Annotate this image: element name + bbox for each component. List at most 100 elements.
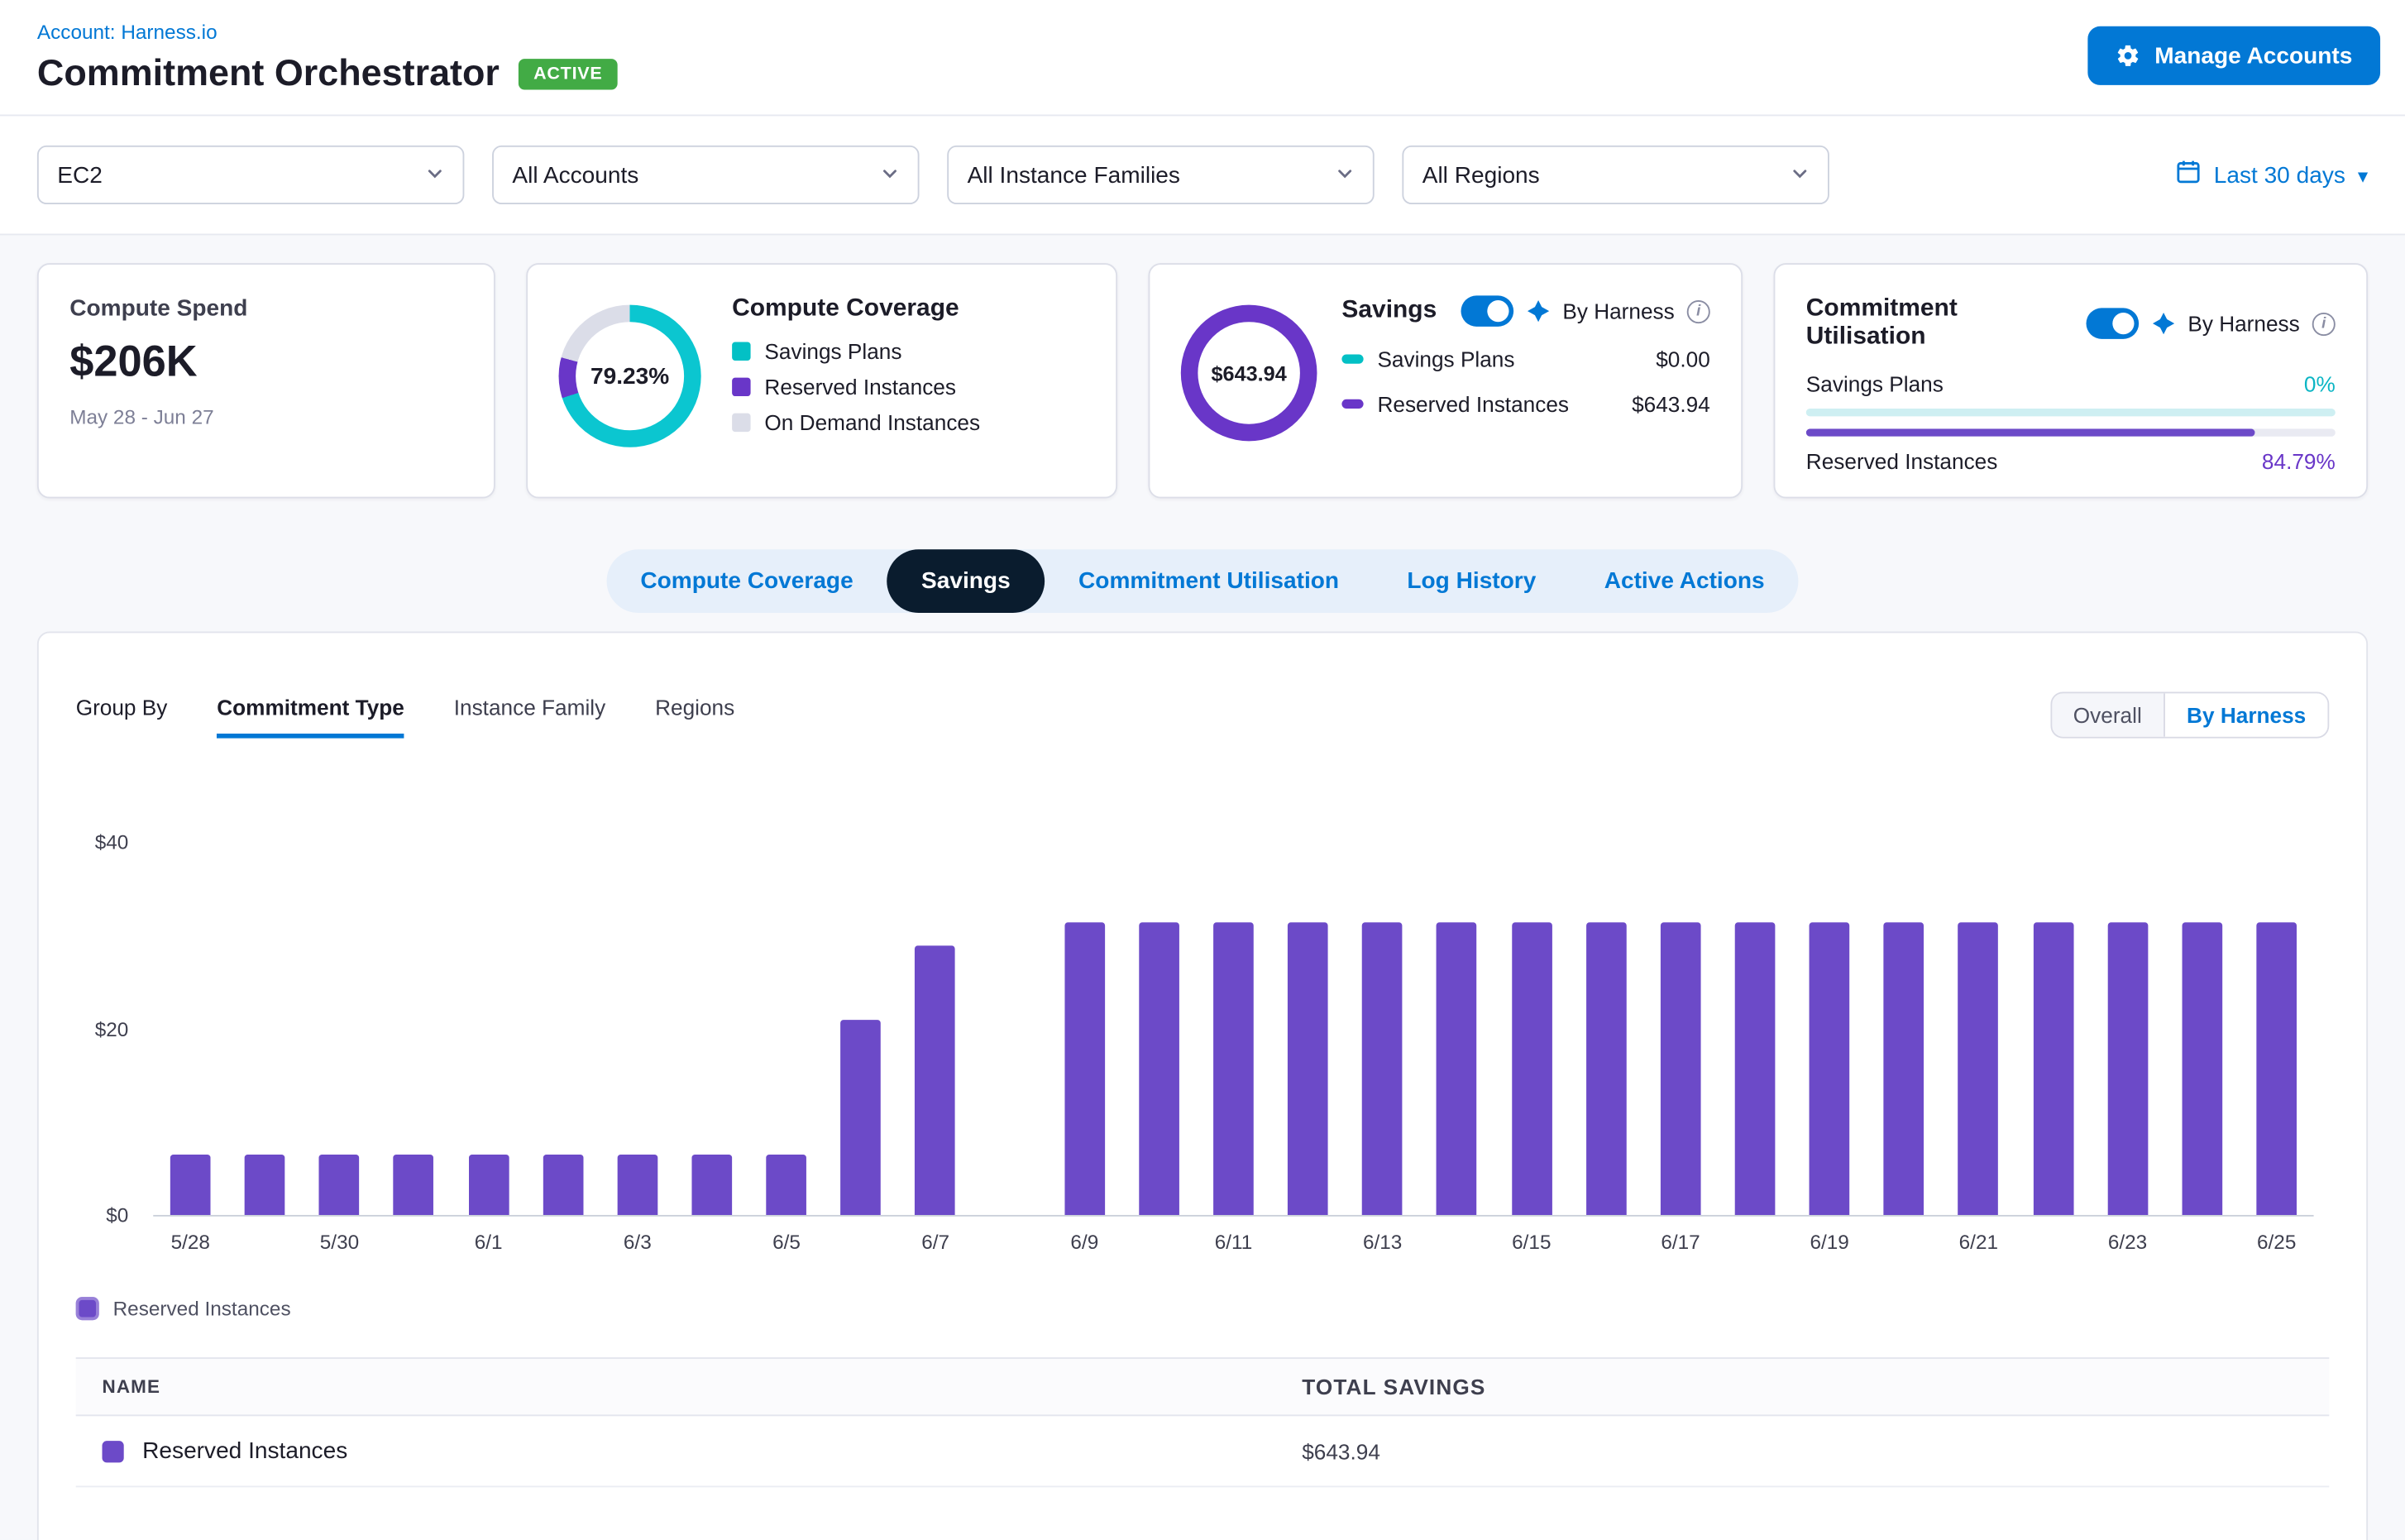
utilisation-row-label: Reserved Instances (1806, 449, 1998, 474)
chart-bar[interactable] (1884, 922, 1924, 1216)
group-tab-instance-family[interactable]: Instance Family (454, 692, 605, 734)
table-header-row: NAME TOTAL SAVINGS (76, 1358, 2330, 1417)
regions-select[interactable]: All Regions (1402, 146, 1829, 205)
toggle-knob (1487, 301, 1509, 323)
x-tick-label: 6/1 (452, 1231, 526, 1254)
chart-bar[interactable] (1362, 922, 1403, 1216)
reserved-instances-swatch (1341, 400, 1363, 409)
legend-item: Savings Plans (732, 340, 1085, 365)
chart-bar[interactable] (394, 1154, 434, 1215)
chart-bar[interactable] (916, 945, 956, 1216)
chart-bar[interactable] (468, 1154, 509, 1215)
utilisation-row-value: 84.79% (2262, 449, 2336, 474)
status-badge: ACTIVE (518, 59, 618, 89)
compute-spend-card: Compute Spend $206K May 28 - Jun 27 (37, 264, 495, 499)
x-tick-label (526, 1231, 600, 1254)
x-tick-label: 6/5 (749, 1231, 824, 1254)
progress-fill (1806, 429, 2255, 437)
chart-bar-slot (2165, 843, 2240, 1216)
tab-log-history[interactable]: Log History (1373, 550, 1570, 614)
chart-bar[interactable] (1511, 922, 1552, 1216)
x-tick-label (1569, 1231, 1643, 1254)
utilisation-row-value: 0% (2304, 372, 2336, 397)
chart-bar-slot (302, 843, 376, 1216)
group-tab-commitment-type[interactable]: Commitment Type (217, 692, 404, 739)
view-toggle-by-harness[interactable]: By Harness (2164, 694, 2327, 737)
savings-plans-swatch (732, 342, 750, 361)
chart-bar[interactable] (2033, 922, 2073, 1216)
chart-bar[interactable] (319, 1154, 360, 1215)
chart-bar[interactable] (1288, 922, 1328, 1216)
accounts-select[interactable]: All Accounts (492, 146, 919, 205)
chart-bar[interactable] (2256, 922, 2297, 1216)
chart-bar-slot (1494, 843, 1569, 1216)
utilisation-by-harness-toggle[interactable] (2086, 308, 2139, 339)
x-tick-label (973, 1231, 1047, 1254)
date-range-picker[interactable]: Last 30 days ▾ (2177, 160, 2368, 190)
savings-by-harness-toggle[interactable] (1461, 296, 1513, 327)
chart-bar[interactable] (1735, 922, 1776, 1216)
info-icon[interactable]: i (1687, 300, 1710, 323)
x-tick-label: 6/11 (1196, 1231, 1270, 1254)
tab-active-actions[interactable]: Active Actions (1571, 550, 1799, 614)
x-tick-label: 6/9 (1047, 1231, 1121, 1254)
chart-bar[interactable] (2107, 922, 2148, 1216)
chart-bar-slot (898, 843, 973, 1216)
chart-bar[interactable] (1064, 922, 1105, 1216)
chart-bar[interactable] (1213, 922, 1254, 1216)
y-tick-label: $40 (60, 831, 128, 854)
chart-bar[interactable] (1661, 922, 1701, 1216)
chevron-down-icon (426, 162, 444, 189)
compute-spend-value: $206K (69, 338, 462, 388)
y-tick-label: $0 (60, 1204, 128, 1227)
chart-bar[interactable] (692, 1154, 733, 1215)
utilisation-row: Reserved Instances 84.79% (1806, 449, 2336, 474)
tab-commitment-utilisation[interactable]: Commitment Utilisation (1045, 550, 1373, 614)
legend-item-reserved-instances[interactable]: Reserved Instances (76, 1298, 291, 1321)
chart-legend: Reserved Instances (76, 1298, 2330, 1321)
chart-bar[interactable] (2182, 922, 2222, 1216)
section-tabs: Compute Coverage Savings Commitment Util… (606, 550, 1799, 614)
info-icon[interactable]: i (2312, 313, 2336, 336)
chart-bar[interactable] (841, 1020, 882, 1216)
chart-bar-slot (1718, 843, 1792, 1216)
x-tick-label: 6/21 (1941, 1231, 2015, 1254)
chart-bar-slot (749, 843, 824, 1216)
chart-bar[interactable] (1586, 922, 1627, 1216)
tab-compute-coverage[interactable]: Compute Coverage (606, 550, 887, 614)
title-row: Commitment Orchestrator ACTIVE (37, 54, 2368, 94)
chart-bar[interactable] (170, 1154, 211, 1215)
harness-logo-icon (2150, 312, 2175, 337)
savings-table: NAME TOTAL SAVINGS Reserved Instances $6… (76, 1358, 2330, 1488)
instance-families-select[interactable]: All Instance Families (947, 146, 1374, 205)
chart-bar[interactable] (1958, 922, 1999, 1216)
account-breadcrumb-link[interactable]: Account: Harness.io (37, 20, 218, 43)
tab-savings[interactable]: Savings (887, 550, 1045, 614)
chart-bar-slot (452, 843, 526, 1216)
chart-bar[interactable] (543, 1154, 583, 1215)
table-row[interactable]: Reserved Instances $643.94 (76, 1417, 2330, 1488)
chart-bar-slot (227, 843, 302, 1216)
page-header: Account: Harness.io Commitment Orchestra… (0, 0, 2405, 117)
chart-bar[interactable] (245, 1154, 285, 1215)
chart-bar-slot (526, 843, 600, 1216)
savings-row-label: Reserved Instances (1377, 392, 1618, 417)
chart-bar[interactable] (1437, 922, 1477, 1216)
chart-bar-slot (1346, 843, 1420, 1216)
group-tab-regions[interactable]: Regions (655, 692, 734, 734)
compute-spend-period: May 28 - Jun 27 (69, 406, 462, 429)
savings-row-label: Savings Plans (1377, 347, 1642, 372)
chart-bar[interactable] (767, 1154, 807, 1215)
chart-bar-slot (1792, 843, 1867, 1216)
chart-bar[interactable] (617, 1154, 657, 1215)
view-toggle-overall[interactable]: Overall (2052, 694, 2164, 737)
x-tick-label: 6/3 (600, 1231, 675, 1254)
chart-bar[interactable] (1810, 922, 1850, 1216)
service-select[interactable]: EC2 (37, 146, 464, 205)
chart-bar-slot (153, 843, 227, 1216)
reserved-instances-swatch (732, 378, 750, 396)
manage-accounts-button[interactable]: Manage Accounts (2088, 26, 2380, 85)
chart-bar[interactable] (1139, 922, 1179, 1216)
gear-icon (2116, 43, 2140, 68)
coverage-donut-value: 79.23% (559, 305, 701, 447)
